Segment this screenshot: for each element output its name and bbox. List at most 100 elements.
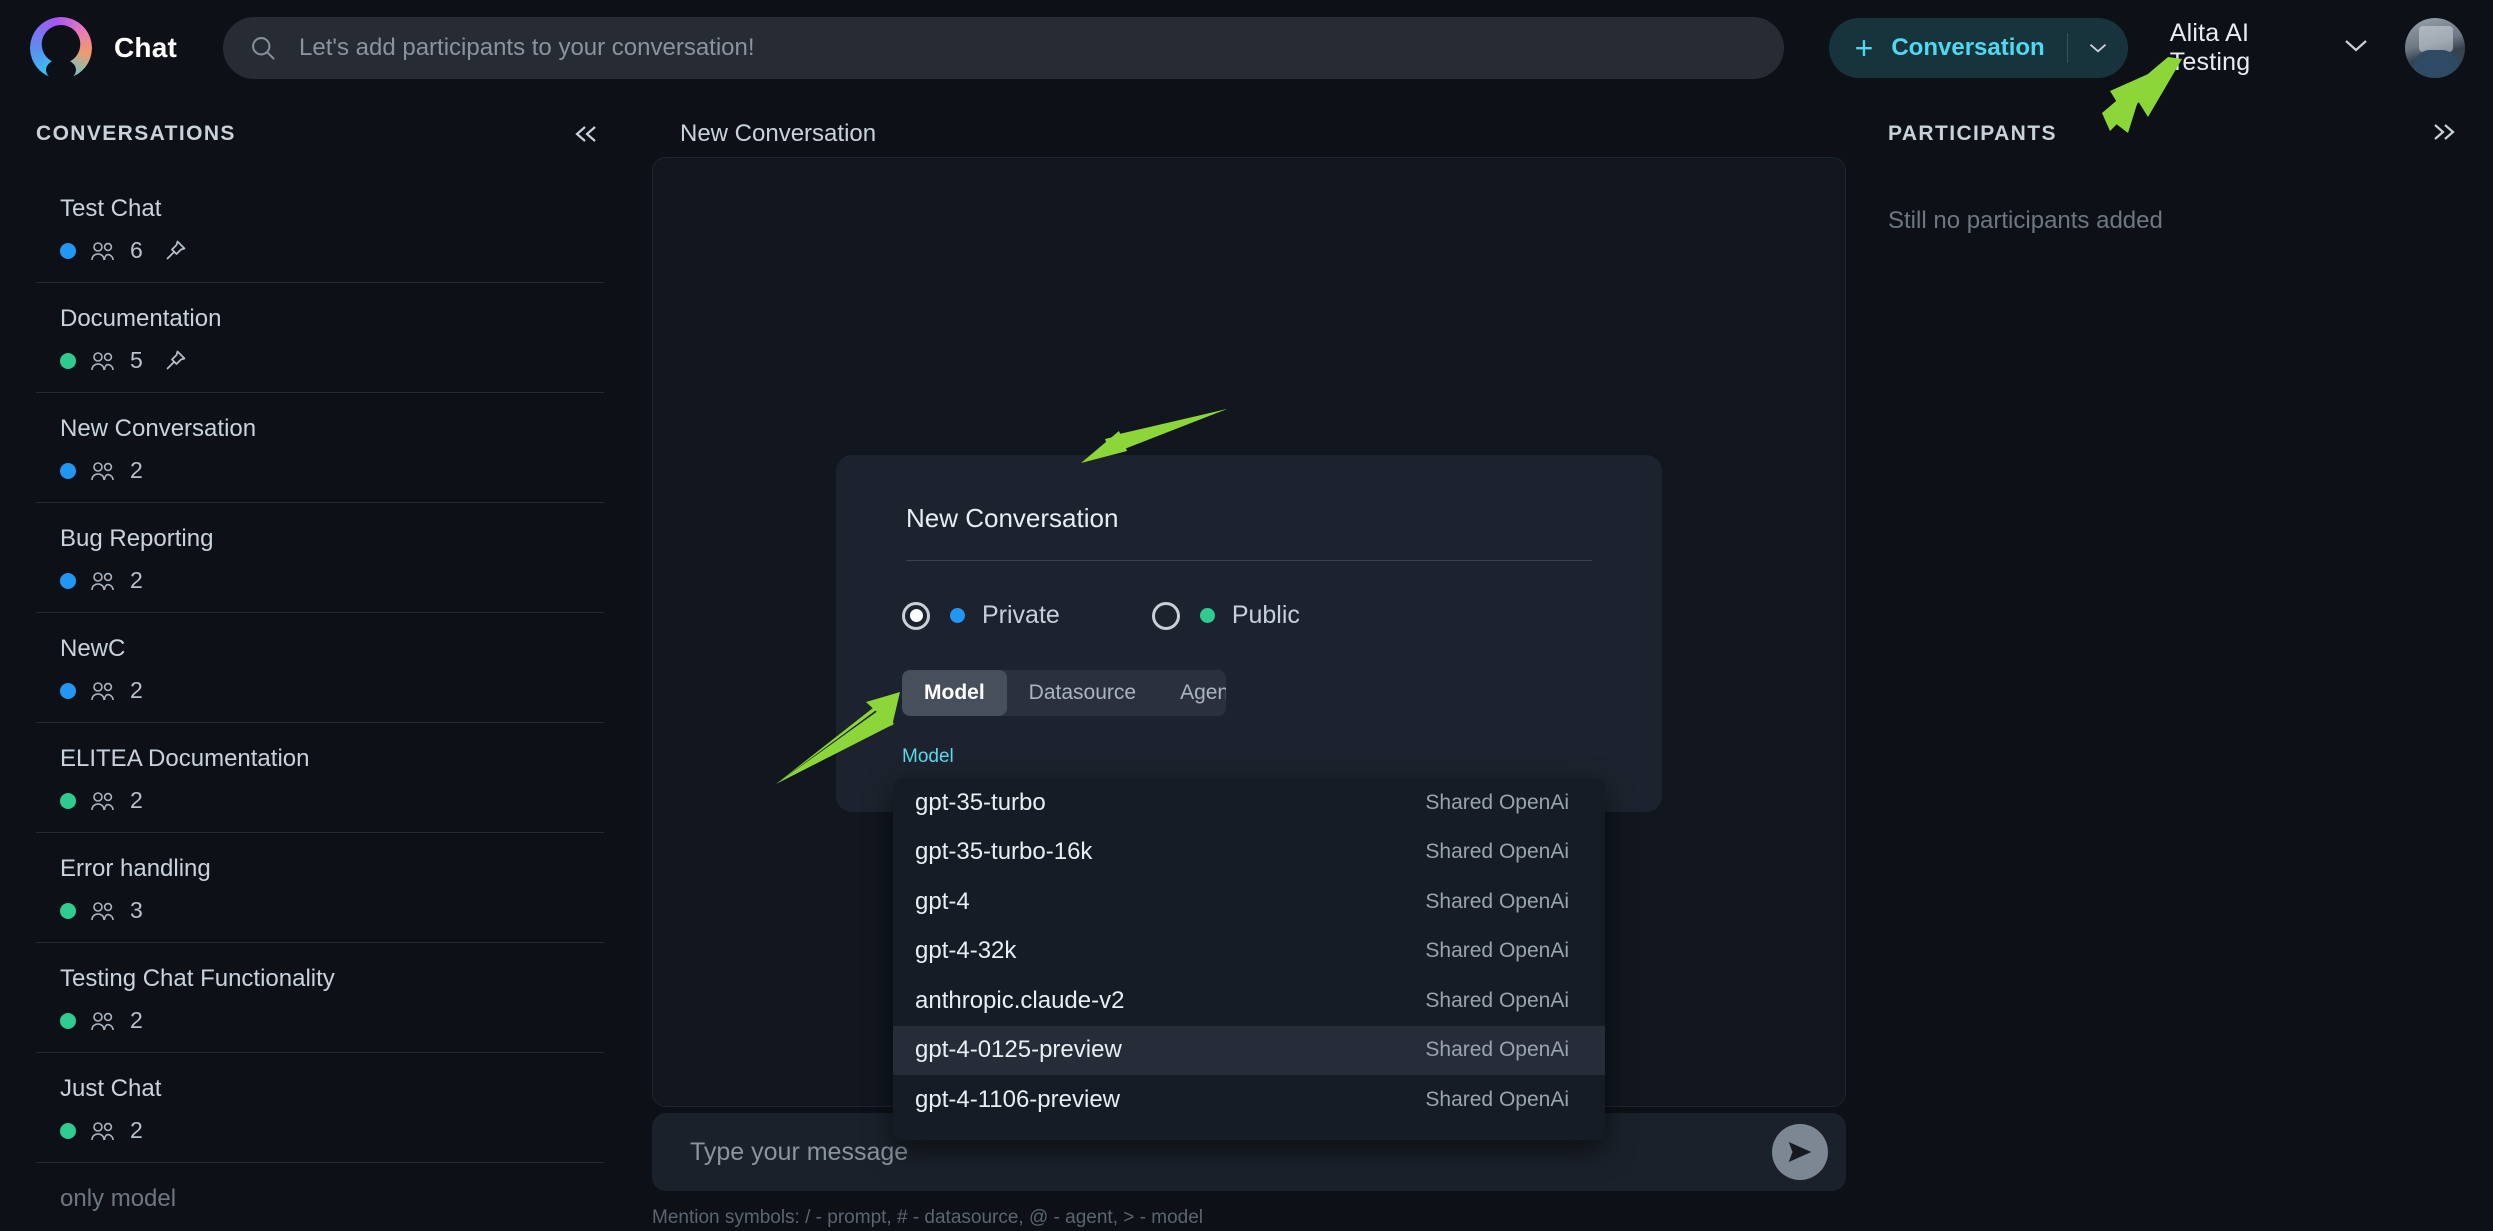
chevron-down-icon	[2089, 43, 2106, 53]
dropdown-option[interactable]: gpt-4-1106-preview Shared OpenAi	[893, 1075, 1605, 1125]
participant-count: 3	[130, 897, 143, 923]
chevron-double-right-icon	[2434, 123, 2455, 140]
conversation-name: Test Chat	[60, 195, 162, 222]
participants-title: PARTICIPANTS	[1888, 122, 2057, 145]
radio-circle-icon[interactable]	[1151, 601, 1180, 630]
option-tag: Shared OpenAi	[1425, 988, 1569, 1012]
people-icon	[91, 791, 114, 810]
status-dot-blue	[60, 572, 76, 589]
sidebar-item-elitea-documentation[interactable]: ELITEA Documentation 2	[36, 723, 604, 833]
option-tag: Shared OpenAi	[1425, 840, 1569, 864]
participant-count: 2	[130, 567, 143, 593]
option-name: gpt-35-turbo	[915, 788, 1046, 816]
avatar[interactable]	[2405, 17, 2465, 78]
conversation-meta: 6	[60, 237, 604, 264]
participant-count: 2	[130, 787, 143, 813]
chevron-double-left-icon	[575, 126, 596, 142]
sidebar-item-new-conversation[interactable]: New Conversation 2	[36, 393, 604, 503]
radio-private[interactable]: Private	[902, 601, 1060, 630]
sidebar-collapse-button[interactable]	[570, 117, 604, 151]
pin-icon[interactable]	[163, 239, 187, 263]
user-menu-toggle[interactable]	[2343, 38, 2369, 58]
chevron-down-icon	[2345, 39, 2367, 51]
conversation-meta: 2	[60, 787, 604, 814]
conversation-meta: 2	[60, 1117, 604, 1144]
conversation-name: Just Chat	[60, 1075, 162, 1102]
option-name: gpt-4	[915, 887, 970, 915]
option-name: gpt-4-32k	[915, 937, 1017, 965]
sidebar-item-testing-chat-functionality[interactable]: Testing Chat Functionality 2	[36, 943, 604, 1053]
mention-hint: Mention symbols: / - prompt, # - datasou…	[652, 1207, 1203, 1228]
send-button[interactable]	[1772, 1124, 1828, 1180]
status-dot-green	[60, 792, 76, 809]
sidebar-header: CONVERSATIONS	[0, 95, 640, 173]
radio-label: Private	[982, 601, 1060, 629]
tab-datasource[interactable]: Datasource	[1007, 670, 1158, 716]
sidebar-item-only-model[interactable]: only model	[36, 1163, 604, 1231]
conversation-list: Test Chat 6 Documentation 5 New Conversation…	[0, 173, 640, 1231]
message-placeholder: Type your message	[690, 1137, 909, 1166]
sidebar-item-bug-reporting[interactable]: Bug Reporting 2	[36, 503, 604, 613]
conversation-dropdown-toggle[interactable]	[2088, 41, 2122, 55]
dropdown-option[interactable]: anthropic.claude-v2 Shared OpenAi	[893, 976, 1605, 1026]
option-tag: Shared OpenAi	[1425, 939, 1569, 963]
radio-circle-icon[interactable]	[902, 601, 930, 630]
dropdown-option[interactable]: gpt-4 Shared OpenAi	[893, 877, 1605, 927]
status-dot-green	[60, 1122, 76, 1139]
app-title: Chat	[114, 31, 178, 63]
dropdown-option[interactable]: gpt-35-turbo-16k Shared OpenAi	[893, 828, 1605, 878]
conversation-name: Documentation	[60, 305, 222, 332]
tab-model[interactable]: Model	[902, 670, 1007, 716]
alita-logo-icon	[30, 16, 92, 79]
visibility-dot	[950, 608, 965, 623]
conversation-name: New Conversation	[60, 415, 257, 442]
participants-header: PARTICIPANTS	[1860, 95, 2493, 173]
status-dot-green	[60, 1012, 76, 1029]
option-name: anthropic.claude-v2	[915, 986, 1125, 1014]
search-placeholder: Let's add participants to your conversat…	[299, 33, 755, 61]
conversation-meta: 2	[60, 457, 604, 484]
pin-icon[interactable]	[163, 349, 187, 373]
visibility-dot	[1199, 608, 1215, 623]
tab-agent[interactable]: Agent	[1158, 670, 1226, 716]
radio-public[interactable]: Public	[1151, 601, 1300, 630]
status-dot-blue	[60, 462, 76, 479]
sidebar-item-test-chat[interactable]: Test Chat 6	[36, 173, 604, 283]
participant-count: 5	[130, 347, 143, 373]
people-icon	[91, 571, 114, 590]
divider	[2066, 32, 2068, 63]
sidebar-item-error-handling[interactable]: Error handling 3	[36, 833, 604, 943]
participant-count: 2	[130, 1007, 143, 1033]
sidebar-item-newc[interactable]: NewC 2	[36, 613, 604, 723]
conversation-name: Error handling	[60, 855, 211, 882]
modal-title: New Conversation	[906, 503, 1592, 561]
conversation-name: only model	[60, 1185, 177, 1212]
conversation-name: Bug Reporting	[60, 525, 214, 552]
user-menu-label[interactable]: Alita AI Testing	[2170, 19, 2323, 77]
dropdown-option[interactable]: gpt-35-turbo Shared OpenAi	[893, 778, 1605, 828]
conversation-name: ELITEA Documentation	[60, 745, 310, 772]
option-tag: Shared OpenAi	[1425, 1087, 1569, 1111]
conversation-meta: 5	[60, 347, 604, 374]
plus-icon: +	[1854, 29, 1874, 66]
radio-label: Public	[1231, 601, 1300, 629]
participants-empty-text: Still no participants added	[1888, 207, 2163, 234]
people-icon	[91, 901, 114, 920]
option-name: gpt-4-0125-preview	[915, 1036, 1122, 1064]
participants-expand-button[interactable]	[2429, 122, 2457, 147]
option-tag: Shared OpenAi	[1425, 889, 1569, 913]
visibility-radio-group: Private Public	[902, 601, 1662, 630]
new-conversation-button[interactable]: + Conversation	[1828, 17, 2128, 78]
sidebar-item-just-chat[interactable]: Just Chat 2	[36, 1053, 604, 1163]
option-name: gpt-4-1106-preview	[915, 1085, 1120, 1113]
dropdown-option[interactable]: gpt-4-32k Shared OpenAi	[893, 927, 1605, 977]
new-conversation-label: Conversation	[1891, 33, 2045, 61]
conversation-meta: 2	[60, 1007, 604, 1034]
dropdown-option[interactable]: gpt-4-0125-preview Shared OpenAi	[893, 1025, 1605, 1075]
sidebar-item-documentation[interactable]: Documentation 5	[36, 283, 604, 393]
conversations-sidebar: CONVERSATIONS Test Chat 6 Documentation 5 Ne…	[0, 95, 640, 1231]
conversation-meta: 2	[60, 567, 604, 594]
search-input[interactable]: Let's add participants to your conversat…	[223, 16, 1784, 79]
conversation-meta: 2	[60, 677, 604, 704]
model-options-dropdown[interactable]: gpt-35-turbo Shared OpenAi gpt-35-turbo-16…	[893, 778, 1605, 1140]
